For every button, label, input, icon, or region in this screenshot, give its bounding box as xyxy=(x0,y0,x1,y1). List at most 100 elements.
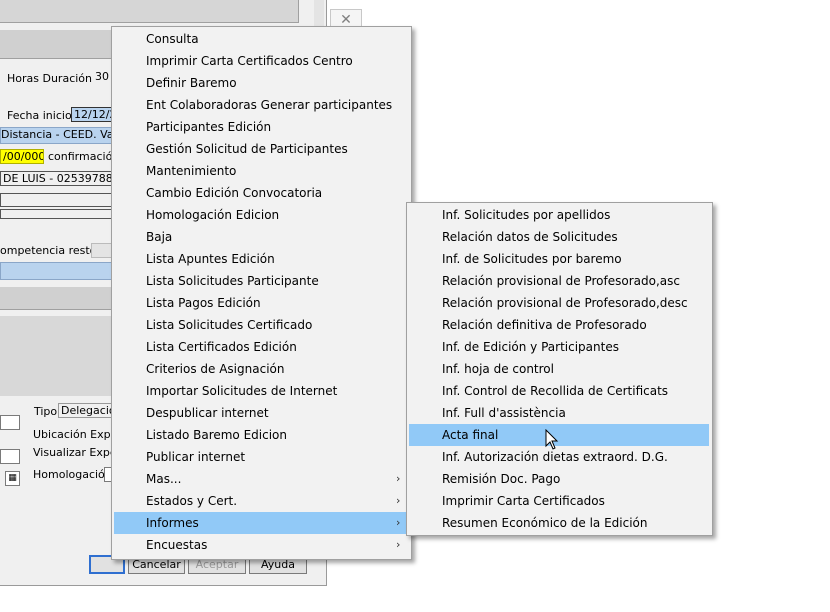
dialog-separator-band xyxy=(0,287,112,310)
menu-item-lista-pagos-edicion[interactable]: Lista Pagos Edición xyxy=(114,292,409,314)
calendar-icon[interactable]: ▦ xyxy=(5,471,20,486)
mouse-cursor-icon xyxy=(545,429,559,450)
menu-item-cambio-edicion-convocatoria[interactable]: Cambio Edición Convocatoria xyxy=(114,182,409,204)
menu-item-label: Relación definitiva de Profesorado xyxy=(442,318,647,332)
menu-item-label: Remisión Doc. Pago xyxy=(442,472,561,486)
menu-item-label: Inf. de Edición y Participantes xyxy=(442,340,619,354)
menu-item-label: Lista Solicitudes Certificado xyxy=(146,318,313,332)
menu-item-label: Mantenimiento xyxy=(146,164,237,178)
menu-item-label: Despublicar internet xyxy=(146,406,269,420)
menu-item-consulta[interactable]: Consulta xyxy=(114,28,409,50)
informes-item-remision-doc-pago[interactable]: Remisión Doc. Pago xyxy=(409,468,709,490)
menu-item-label: Resumen Económico de la Edición xyxy=(442,516,648,530)
menu-item-label: Encuestas xyxy=(146,538,208,552)
informes-item-inf-de-edicion-y-participantes[interactable]: Inf. de Edición y Participantes xyxy=(409,336,709,358)
centro-field[interactable]: Distancia - CEED. Valen xyxy=(0,127,114,144)
menu-item-label: Criterios de Asignación xyxy=(146,362,285,376)
menu-item-lista-apuntes-edicion[interactable]: Lista Apuntes Edición xyxy=(114,248,409,270)
menu-item-label: Relación provisional de Profesorado,desc xyxy=(442,296,688,310)
informes-item-resumen-economico-de-la-edicion[interactable]: Resumen Económico de la Edición xyxy=(409,512,709,534)
fecha-inicio-field[interactable]: 12/12/2 xyxy=(71,107,113,122)
menu-item-publicar-internet[interactable]: Publicar internet xyxy=(114,446,409,468)
menu-item-baja[interactable]: Baja xyxy=(114,226,409,248)
informes-item-inf-full-d-assistencia[interactable]: Inf. Full d'assistència xyxy=(409,402,709,424)
submenu-arrow-icon: › xyxy=(396,538,401,551)
menu-item-label: Importar Solicitudes de Internet xyxy=(146,384,338,398)
informes-item-inf-solicitudes-por-apellidos[interactable]: Inf. Solicitudes por apellidos xyxy=(409,204,709,226)
menu-item-lista-solicitudes-certificado[interactable]: Lista Solicitudes Certificado xyxy=(114,314,409,336)
menu-item-lista-solicitudes-participante[interactable]: Lista Solicitudes Participante xyxy=(114,270,409,292)
menu-item-lista-certificados-edicion[interactable]: Lista Certificados Edición xyxy=(114,336,409,358)
menu-item-label: Definir Baremo xyxy=(146,76,237,90)
menu-item-estados-y-cert[interactable]: Estados y Cert. › xyxy=(114,490,409,512)
dialog-field-empty-2[interactable] xyxy=(0,209,112,219)
informes-item-relacion-datos-de-solicitudes[interactable]: Relación datos de Solicitudes xyxy=(409,226,709,248)
menu-item-label: Imprimir Carta Certificados xyxy=(442,494,605,508)
menu-item-importar-solicitudes-de-internet[interactable]: Importar Solicitudes de Internet xyxy=(114,380,409,402)
menu-item-label: Consulta xyxy=(146,32,199,46)
informes-item-relacion-definitiva-de-profesorado[interactable]: Relación definitiva de Profesorado xyxy=(409,314,709,336)
menu-item-homologacion-edicion[interactable]: Homologación Edicion xyxy=(114,204,409,226)
menu-item-label: Inf. Solicitudes por apellidos xyxy=(442,208,611,222)
informes-item-inf-hoja-de-control[interactable]: Inf. hoja de control xyxy=(409,358,709,380)
informes-item-imprimir-carta-certificados[interactable]: Imprimir Carta Certificados xyxy=(409,490,709,512)
menu-item-label: Lista Pagos Edición xyxy=(146,296,261,310)
menu-item-definir-baremo[interactable]: Definir Baremo xyxy=(114,72,409,94)
menu-item-label: Lista Apuntes Edición xyxy=(146,252,275,266)
menu-item-label: Acta final xyxy=(442,428,499,442)
left-field-1[interactable] xyxy=(0,415,20,430)
informes-item-relacion-provisional-de-profesorado-desc[interactable]: Relación provisional de Profesorado,desc xyxy=(409,292,709,314)
menu-item-label: Estados y Cert. xyxy=(146,494,238,508)
confirmacion-label: confirmación xyxy=(48,150,120,163)
dialog-top-panel xyxy=(0,0,299,23)
informes-item-inf-autorizacion-dietas-extraord-d-g[interactable]: Inf. Autorización dietas extraord. D.G. xyxy=(409,446,709,468)
horas-label: Horas Duración : xyxy=(7,72,100,85)
horas-field[interactable]: 30 xyxy=(93,70,113,85)
menu-item-label: Ent Colaboradoras Generar participantes xyxy=(146,98,393,112)
menu-item-informes[interactable]: Informes › xyxy=(114,512,409,534)
menu-item-label: Homologación Edicion xyxy=(146,208,280,222)
competencia-field[interactable] xyxy=(91,243,112,258)
informes-item-inf-control-de-recollida-de-certificats[interactable]: Inf. Control de Recollida de Certificats xyxy=(409,380,709,402)
menu-item-label: Inf. de Solicitudes por baremo xyxy=(442,252,622,266)
menu-item-label: Listado Baremo Edicion xyxy=(146,428,287,442)
menu-item-label: Baja xyxy=(146,230,173,244)
dialog-field-empty-1[interactable] xyxy=(0,193,112,207)
menu-item-label: Inf. Control de Recollida de Certificats xyxy=(442,384,669,398)
menu-item-participantes-edicion[interactable]: Participantes Edición xyxy=(114,116,409,138)
left-field-2[interactable] xyxy=(0,449,20,464)
tipo-select[interactable]: Delegación xyxy=(58,403,113,418)
menu-item-encuestas[interactable]: Encuestas › xyxy=(114,534,409,556)
menu-item-imprimir-carta-certificados-centro[interactable]: Imprimir Carta Certificados Centro xyxy=(114,50,409,72)
informes-item-inf-de-solicitudes-por-baremo[interactable]: Inf. de Solicitudes por baremo xyxy=(409,248,709,270)
menu-item-label: Mas... xyxy=(146,472,182,486)
submenu-arrow-icon: › xyxy=(396,516,401,529)
dialog-header-band xyxy=(0,30,112,59)
menu-item-label: Lista Solicitudes Participante xyxy=(146,274,319,288)
informes-item-acta-final[interactable]: Acta final xyxy=(409,424,709,446)
tipo-label: Tipo: xyxy=(34,405,61,418)
menu-item-label: Gestión Solicitud de Participantes xyxy=(146,142,348,156)
menu-item-mas[interactable]: Mas... › xyxy=(114,468,409,490)
menu-item-label: Lista Certificados Edición xyxy=(146,340,297,354)
persona-field[interactable]: DE LUIS - 025397885 xyxy=(0,171,112,186)
menu-item-gestion-solicitud-de-participantes[interactable]: Gestión Solicitud de Participantes xyxy=(114,138,409,160)
informes-item-relacion-provisional-de-profesorado-asc[interactable]: Relación provisional de Profesorado,asc xyxy=(409,270,709,292)
context-menu: Consulta Imprimir Carta Certificados Cent… xyxy=(111,26,412,560)
menu-item-despublicar-internet[interactable]: Despublicar internet xyxy=(114,402,409,424)
competencia-label: ompetencia resto xyxy=(0,244,97,257)
menu-item-label: Inf. Full d'assistència xyxy=(442,406,566,420)
dialog-gray-area xyxy=(0,316,112,396)
menu-item-label: Imprimir Carta Certificados Centro xyxy=(146,54,353,68)
informes-submenu: Inf. Solicitudes por apellidos Relación d… xyxy=(406,202,713,536)
menu-item-criterios-de-asignacion[interactable]: Criterios de Asignación xyxy=(114,358,409,380)
menu-item-label: Informes xyxy=(146,516,199,530)
menu-item-listado-baremo-edicion[interactable]: Listado Baremo Edicion xyxy=(114,424,409,446)
menu-item-label: Inf. hoja de control xyxy=(442,362,554,376)
menu-item-mantenimiento[interactable]: Mantenimiento xyxy=(114,160,409,182)
blue-row-field[interactable] xyxy=(0,262,114,280)
confirmacion-date-field[interactable]: /00/0000 xyxy=(0,149,44,164)
menu-item-ent-colaboradoras-generar-participantes[interactable]: Ent Colaboradoras Generar participantes xyxy=(114,94,409,116)
menu-item-label: Cambio Edición Convocatoria xyxy=(146,186,323,200)
submenu-arrow-icon: › xyxy=(396,494,401,507)
